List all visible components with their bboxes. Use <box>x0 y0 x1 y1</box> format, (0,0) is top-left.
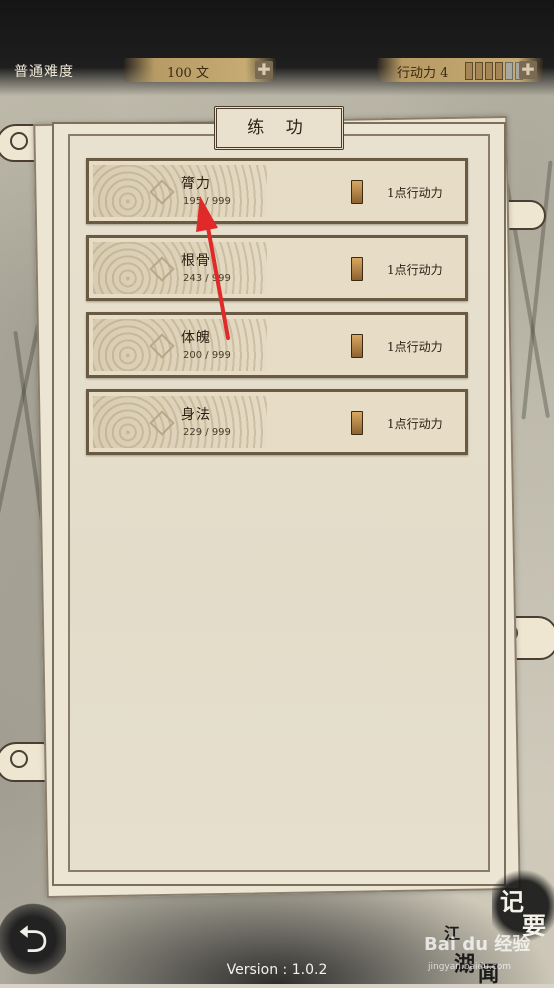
version-label: Version : 1.0.2 <box>226 962 328 978</box>
annotation-arrow-head <box>196 196 218 232</box>
annotation-arrow <box>196 196 230 340</box>
annotation-arrow-shaft <box>205 220 230 340</box>
notes-char-1: 记 <box>500 887 524 916</box>
watermark-logo: Bai du 经验 <box>424 934 531 955</box>
